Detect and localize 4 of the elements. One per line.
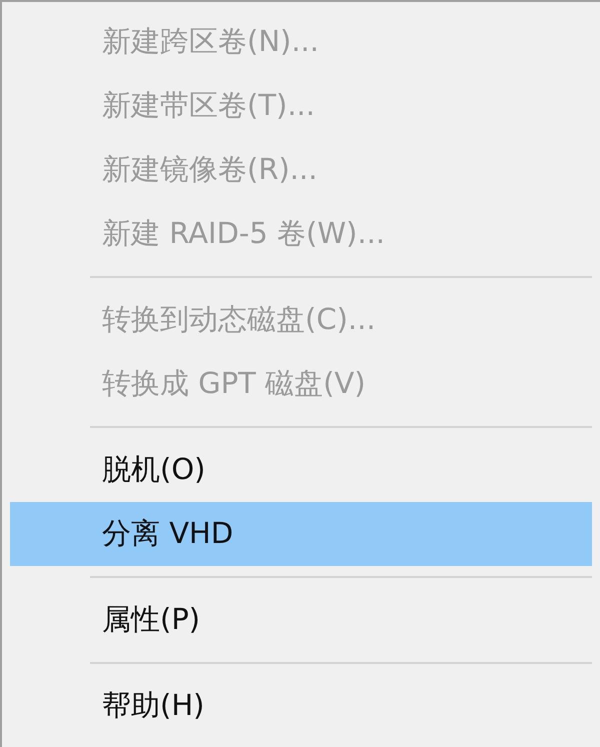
menu-item[interactable]: 分离 VHD (10, 502, 592, 566)
menu-item[interactable]: 脱机(O) (10, 438, 592, 502)
menu-item[interactable]: 帮助(H) (10, 674, 592, 738)
menu-item[interactable]: 属性(P) (10, 588, 592, 652)
